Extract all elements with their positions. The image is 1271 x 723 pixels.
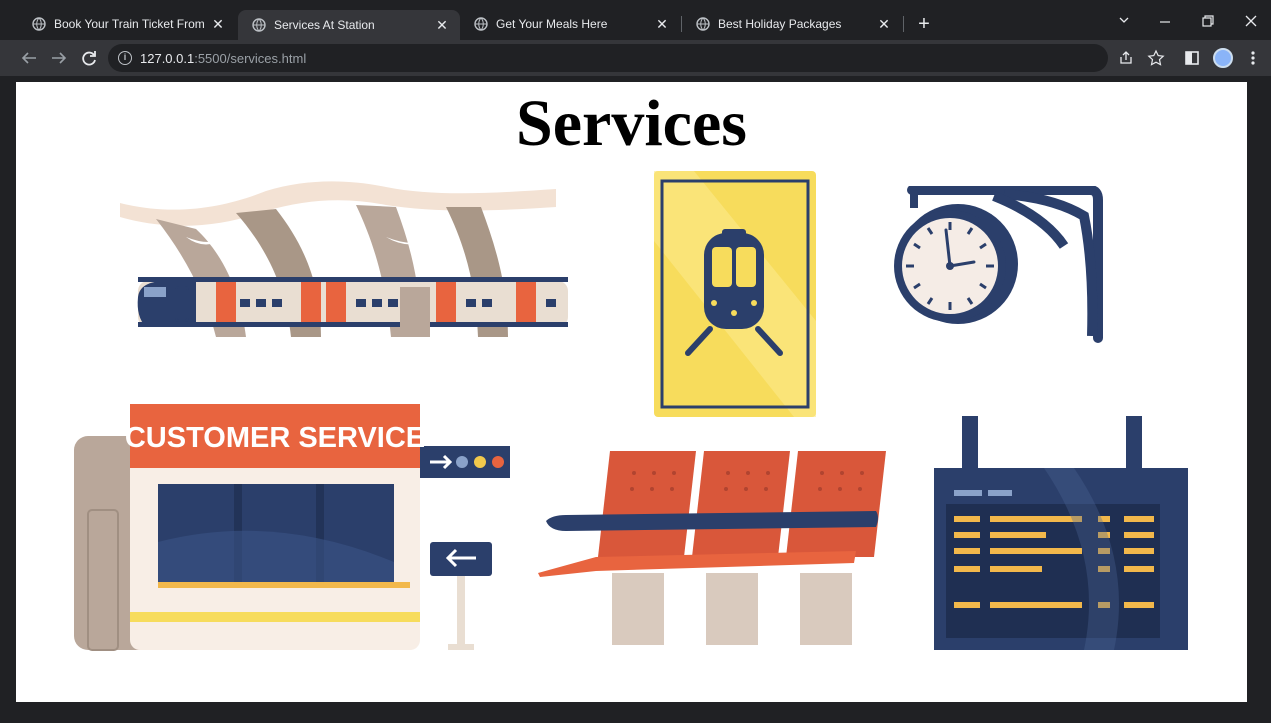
url-path: :5500/services.html: [194, 50, 307, 66]
profile-avatar[interactable]: [1213, 48, 1233, 68]
globe-icon: [474, 17, 488, 31]
address-toolbar: i 127.0.0.1:5500/services.html: [0, 40, 1271, 76]
bookmark-star-icon[interactable]: [1147, 49, 1165, 67]
globe-icon: [696, 17, 710, 31]
tab-separator: [903, 16, 904, 32]
train-sign-illustration: [654, 171, 816, 417]
close-tab-icon[interactable]: ✕: [876, 16, 892, 33]
customer-service-booth-illustration: CUSTOMER SERVICE: [74, 404, 510, 651]
back-arrow-icon[interactable]: [18, 50, 40, 66]
forward-arrow-icon[interactable]: [48, 50, 70, 66]
train-station-illustration: [120, 181, 568, 337]
close-tab-icon[interactable]: ✕: [434, 17, 450, 34]
url-host: 127.0.0.1: [140, 50, 195, 66]
tab-search-icon[interactable]: [1109, 14, 1139, 28]
browser-window: Book Your Train Ticket From Your ✕ Servi…: [0, 0, 1271, 723]
tab-title: Get Your Meals Here: [496, 17, 608, 31]
tab-services[interactable]: Services At Station ✕: [238, 10, 460, 40]
tab-title: Services At Station: [274, 18, 375, 32]
share-icon[interactable]: [1117, 49, 1135, 67]
tab-title: Best Holiday Packages: [718, 17, 842, 31]
new-tab-button[interactable]: +: [912, 12, 936, 36]
globe-icon: [32, 17, 46, 31]
restore-icon[interactable]: [1193, 14, 1223, 28]
site-info-icon[interactable]: i: [118, 51, 132, 65]
waiting-seats-illustration: [538, 451, 886, 645]
address-bar[interactable]: i 127.0.0.1:5500/services.html: [108, 44, 1108, 72]
departure-board-illustration: [934, 416, 1188, 650]
window-bottom-edge: [0, 704, 1271, 723]
page-viewport: Services CUSTOMER SERVICE: [16, 82, 1247, 702]
tab-meals[interactable]: Get Your Meals Here ✕: [460, 10, 680, 38]
tab-book-ticket[interactable]: Book Your Train Ticket From Your ✕: [18, 10, 236, 38]
station-clock-illustration: [894, 186, 1103, 343]
close-tab-icon[interactable]: ✕: [654, 16, 670, 33]
page-title: Services: [516, 87, 747, 160]
tab-holiday[interactable]: Best Holiday Packages ✕: [682, 10, 902, 38]
minimize-icon[interactable]: [1150, 14, 1180, 28]
menu-kebab-icon[interactable]: [1244, 49, 1262, 67]
side-panel-icon[interactable]: [1183, 49, 1201, 67]
close-tab-icon[interactable]: ✕: [210, 16, 226, 33]
globe-icon: [252, 18, 266, 32]
customer-service-sign-text: CUSTOMER SERVICE: [125, 422, 425, 454]
tab-title: Book Your Train Ticket From Your: [54, 17, 204, 31]
close-window-icon[interactable]: [1236, 14, 1266, 28]
reload-icon[interactable]: [78, 50, 100, 66]
